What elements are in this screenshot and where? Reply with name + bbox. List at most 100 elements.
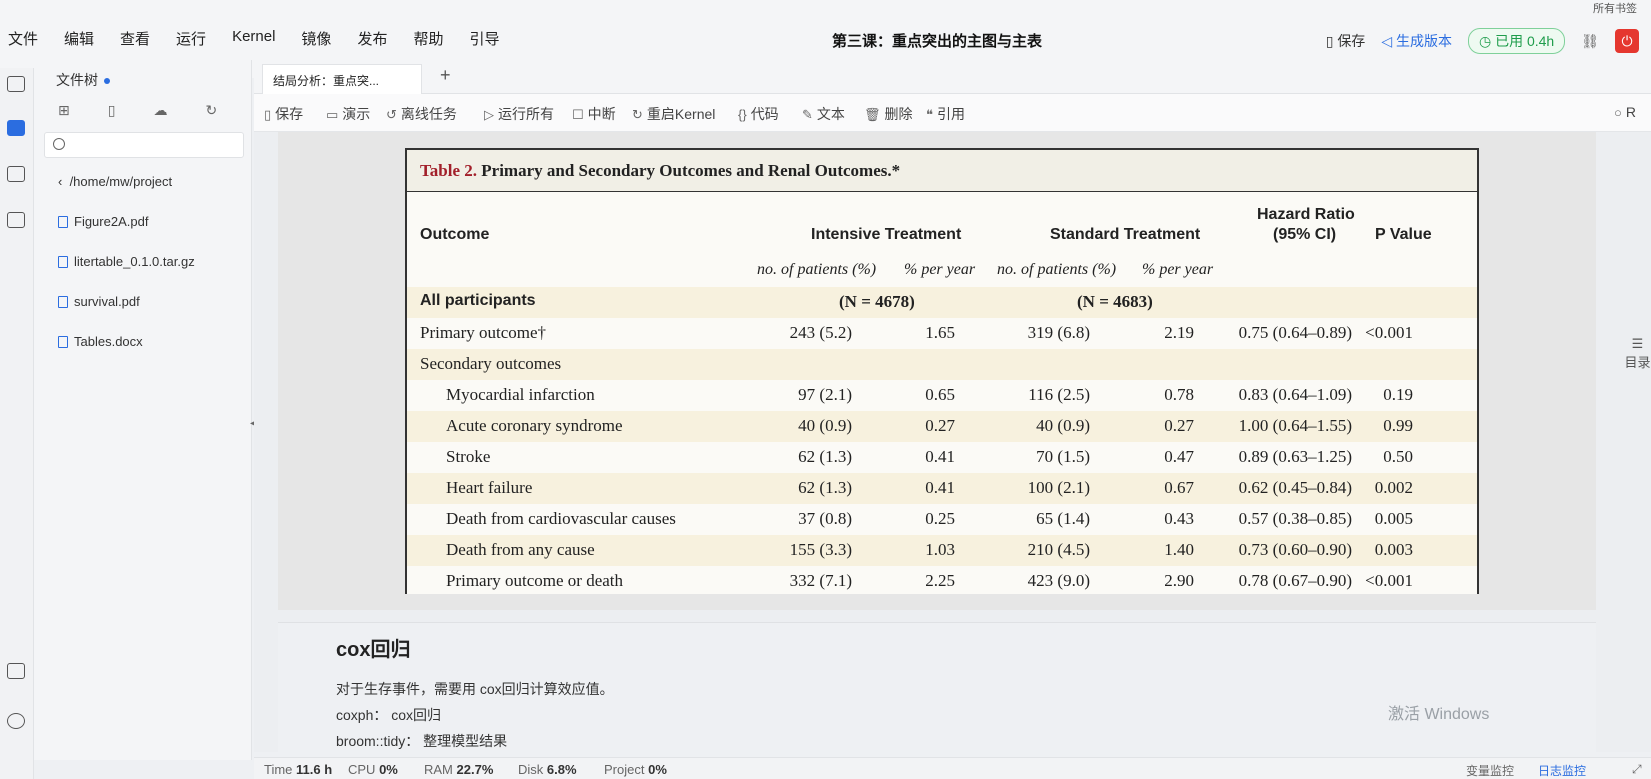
file-icon — [58, 295, 68, 308]
markdown-line: 对于生存事件，需要用 cox回归计算效应值。 — [336, 681, 614, 697]
status-disk: Disk 6.8% — [518, 762, 577, 777]
menu-guide[interactable]: 引导 — [469, 28, 499, 49]
menu-run[interactable]: 运行 — [176, 28, 206, 49]
breadcrumb[interactable]: ‹ /home/mw/project — [58, 174, 172, 189]
text-icon: ✎ — [802, 107, 813, 122]
refresh-icon[interactable]: ↻ — [205, 102, 217, 119]
cpu-value: 0% — [379, 762, 398, 777]
cell-int-n: 332 (7.1) — [789, 571, 852, 590]
subheader-std-py: % per year — [1142, 261, 1214, 278]
new-file-icon[interactable]: ▯ — [108, 102, 116, 119]
upload-icon[interactable]: ☁ — [153, 102, 167, 119]
menu-file[interactable]: 文件 — [8, 28, 38, 49]
menu-kernel[interactable]: Kernel — [232, 28, 275, 49]
header-intensive: Intensive Treatment — [811, 226, 962, 243]
add-tab-icon[interactable]: + — [440, 65, 451, 86]
save-top-button[interactable]: ▯ 保存 — [1326, 31, 1366, 51]
bookmarks-link[interactable]: 所有书签 — [1593, 0, 1637, 16]
cell-std-n: 116 (2.5) — [1028, 385, 1090, 404]
cell-int-n: 40 (0.9) — [798, 416, 852, 435]
save-button[interactable]: ▯ 保存 — [264, 104, 303, 124]
menu-image[interactable]: 镜像 — [301, 28, 331, 49]
menu-publish[interactable]: 发布 — [357, 28, 387, 49]
cell-hr: 0.78 (0.67–0.90) — [1238, 571, 1352, 590]
database-icon[interactable] — [7, 166, 25, 182]
text-cell-button[interactable]: ✎ 文本 — [802, 104, 845, 124]
log-monitor-link[interactable]: 日志监控 — [1538, 762, 1586, 779]
restart-kernel-button[interactable]: ↻ 重启Kernel — [632, 104, 715, 124]
offline-task-button[interactable]: ↺ 离线任务 — [386, 104, 457, 124]
file-item[interactable]: litertable_0.1.0.tar.gz — [58, 254, 195, 269]
header-standard: Standard Treatment — [1050, 226, 1201, 243]
cell-outcome: Heart failure — [446, 478, 533, 497]
table-row: Stroke 62 (1.3) 0.41 70 (1.5) 0.47 0.89 (0.63… — [407, 442, 1477, 473]
power-icon[interactable]: ⏻ — [1615, 29, 1639, 53]
link-icon[interactable]: ⛓ — [1581, 33, 1599, 50]
cell-std-n: 210 (4.5) — [1027, 540, 1090, 559]
markdown-cell[interactable]: cox回归 对于生存事件，需要用 cox回归计算效应值。 coxph： cox回… — [278, 622, 1596, 752]
cell-std-py: 2.19 — [1164, 323, 1194, 342]
terminal-icon[interactable] — [7, 212, 25, 228]
table-title: Primary and Secondary Outcomes and Renal… — [481, 161, 901, 180]
variable-monitor-link[interactable]: 变量监控 — [1466, 762, 1514, 779]
table-header-row: Outcome Intensive Treatment Standard Tre… — [407, 196, 1477, 256]
cell-hr: 0.89 (0.63–1.25) — [1238, 447, 1352, 466]
save-label: 保存 — [275, 106, 304, 122]
help-icon[interactable] — [7, 663, 25, 679]
menu-edit[interactable]: 编辑 — [64, 28, 94, 49]
cell-int-n: 62 (1.3) — [798, 478, 852, 497]
table-caption: Table 2. Primary and Secondary Outcomes … — [407, 150, 1477, 192]
kernel-mode[interactable]: ○ R — [1614, 104, 1636, 120]
windows-activation-note: 激活 Windows — [1388, 706, 1490, 723]
cell-int-py: 2.25 — [925, 571, 955, 590]
theme-icon[interactable] — [7, 713, 25, 729]
restart-label: 重启Kernel — [646, 106, 716, 122]
cite-button[interactable]: ❝ 引用 — [926, 104, 965, 124]
file-item[interactable]: Tables.docx — [58, 334, 143, 349]
cell-int-py: 1.03 — [925, 540, 955, 559]
ram-label: RAM — [424, 762, 453, 777]
markdown-line: coxph： cox回归 — [336, 707, 442, 723]
fullscreen-icon[interactable]: ⤢ — [1632, 762, 1642, 777]
tab-notebook[interactable]: 结局分析：重点突... — [262, 64, 422, 94]
cell-std-n: 100 (2.1) — [1027, 478, 1090, 497]
file-item[interactable]: Figure2A.pdf — [58, 214, 148, 229]
file-tree-label: 文件树 — [56, 72, 98, 88]
run-all-button[interactable]: ▷ 运行所有 — [484, 104, 554, 124]
cell-outcome: Death from cardiovascular causes — [446, 509, 676, 528]
toc-button[interactable]: ☰ 目录 — [1624, 336, 1651, 371]
header-hr-1: Hazard Ratio — [1257, 206, 1355, 223]
delete-button[interactable]: 🗑 删除 — [864, 104, 913, 124]
present-icon: ▭ — [326, 107, 339, 122]
activity-rail — [0, 68, 34, 779]
file-panel: 文件树 ⊞ ▯ ☁ ↻ ‹ /home/mw/project Figure2A.… — [34, 60, 252, 760]
unsaved-dot-icon — [104, 78, 110, 85]
cell-p: 0.003 — [1374, 540, 1413, 559]
new-folder-icon[interactable]: ⊞ — [58, 102, 70, 119]
cell-all-n-std: (N = 4683) — [1077, 292, 1153, 311]
table-subheader-row: no. of patients (%) % per year no. of pa… — [407, 256, 1477, 287]
cite-label: 引用 — [937, 106, 965, 122]
cell-hr: 0.57 (0.38–0.85) — [1238, 509, 1352, 528]
menu-view[interactable]: 查看 — [120, 28, 150, 49]
menu-help[interactable]: 帮助 — [413, 28, 443, 49]
table-row: Secondary outcomes — [407, 349, 1477, 380]
cell-p: 0.50 — [1383, 447, 1413, 466]
file-item[interactable]: survival.pdf — [58, 294, 140, 309]
cell-p: 0.19 — [1383, 385, 1413, 404]
cell-std-py: 0.47 — [1164, 447, 1194, 466]
file-search-input[interactable] — [44, 132, 244, 158]
subheader-int-py: % per year — [904, 261, 976, 278]
cell-int-py: 0.41 — [925, 447, 955, 466]
file-name: Tables.docx — [74, 334, 143, 349]
cell-int-py: 0.65 — [925, 385, 955, 404]
time-value: 11.6 h — [296, 762, 333, 777]
inbox-icon[interactable] — [7, 76, 25, 92]
generate-version-button[interactable]: ◁ 生成版本 — [1381, 31, 1452, 51]
folder-icon[interactable] — [7, 120, 25, 136]
search-icon — [53, 138, 65, 150]
header-hr-2: (95% CI) — [1273, 226, 1337, 243]
present-button[interactable]: ▭ 演示 — [326, 104, 370, 124]
code-cell-button[interactable]: {} 代码 — [738, 104, 779, 124]
interrupt-button[interactable]: ☐ 中断 — [572, 104, 616, 124]
